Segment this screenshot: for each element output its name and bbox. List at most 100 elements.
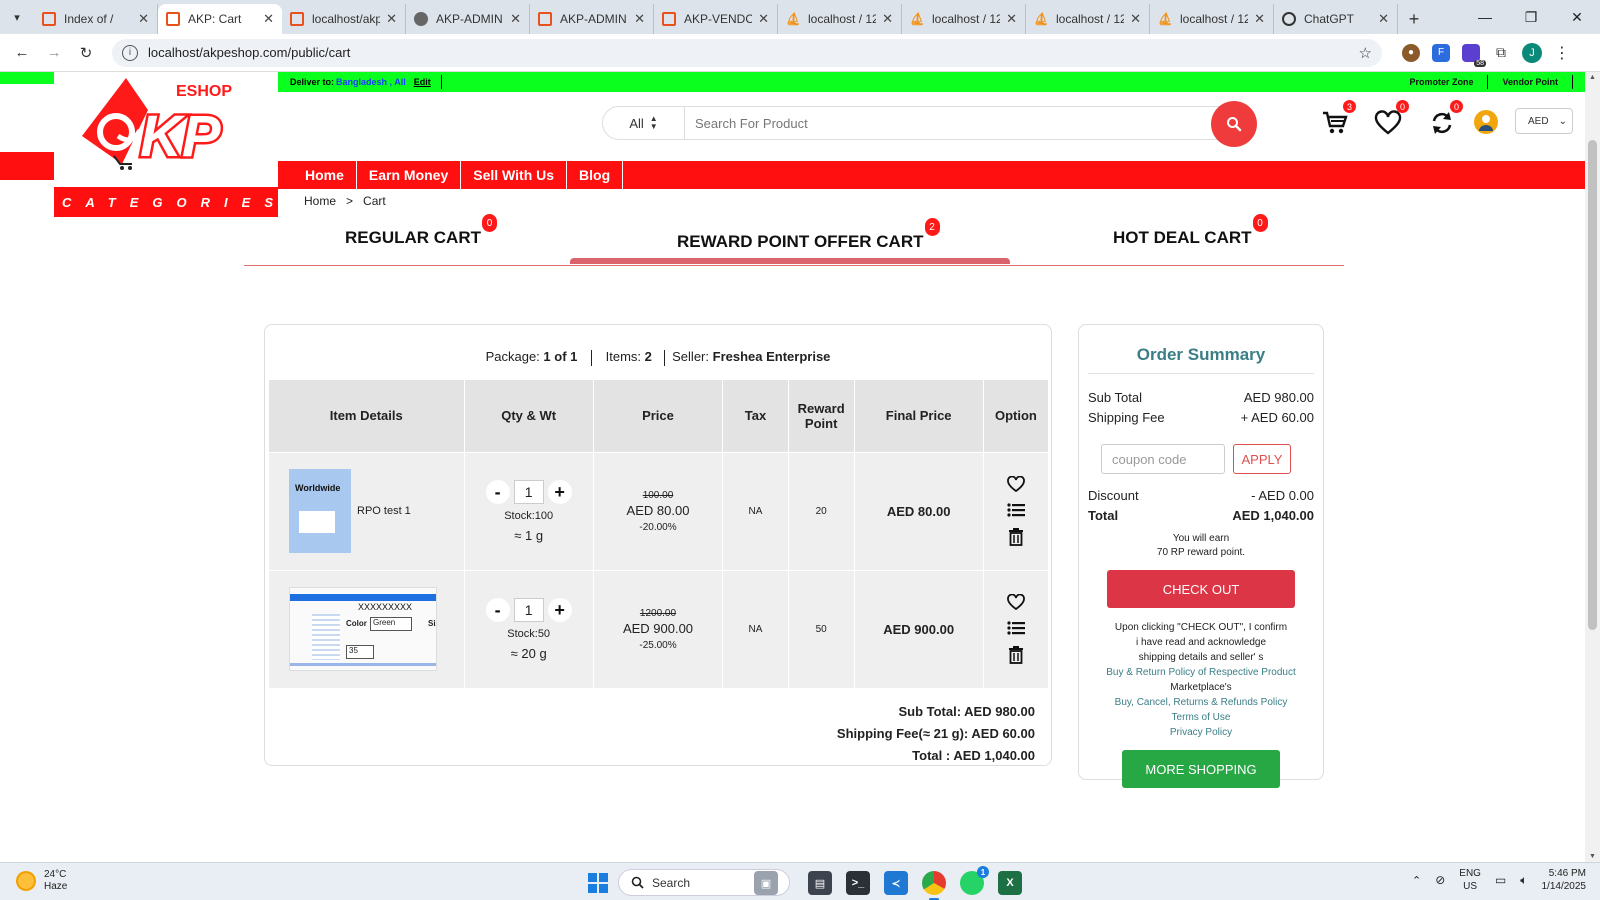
privacy-policy-link[interactable]: Privacy Policy [1099, 725, 1303, 740]
weather-widget[interactable]: 24°C Haze [16, 869, 67, 893]
apply-coupon-button[interactable]: APPLY [1233, 444, 1291, 474]
browser-menu-icon[interactable]: ⋮ [1554, 43, 1570, 63]
extensions-puzzle-icon[interactable]: ⧉ [1492, 44, 1510, 62]
browser-tab[interactable]: ChatGPT ✕ [1274, 4, 1398, 34]
close-tab-icon[interactable]: ✕ [1130, 11, 1141, 27]
close-tab-icon[interactable]: ✕ [1378, 11, 1389, 27]
address-bar[interactable]: i localhost/akpeshop.com/public/cart ☆ [112, 38, 1382, 67]
tab-hot-deal-cart[interactable]: HOT DEAL CART 0 [1113, 214, 1268, 248]
restore-button[interactable]: ❐ [1508, 0, 1554, 34]
system-clock[interactable]: 5:46 PM 1/14/2025 [1542, 867, 1587, 893]
qty-input[interactable]: 1 [513, 479, 544, 504]
browser-tab[interactable]: AKP: Cart ✕ [158, 4, 282, 34]
site-logo[interactable]: KP KP ESHOP [78, 74, 258, 174]
reload-button[interactable]: ↻ [72, 39, 100, 67]
heart-icon[interactable] [1007, 476, 1025, 492]
promoter-zone-link[interactable]: Promoter Zone [1395, 77, 1487, 87]
refund-policy-link[interactable]: Buy, Cancel, Returns & Refunds Policy [1099, 695, 1303, 710]
browser-tab[interactable]: ⛵︎ localhost / 127 ✕ [1150, 4, 1274, 34]
browser-tab[interactable]: ⛵︎ localhost / 127 ✕ [902, 4, 1026, 34]
nav-item-earn-money[interactable]: Earn Money [357, 161, 462, 189]
product-name[interactable]: RPO test 1 [357, 505, 411, 517]
scroll-up-arrow-icon[interactable]: ▲ [1585, 74, 1600, 81]
buy-return-policy-link[interactable]: Buy & Return Policy of Respective Produc… [1099, 665, 1303, 680]
site-info-icon[interactable]: i [122, 44, 138, 61]
edit-location-link[interactable]: Edit [414, 77, 431, 87]
forward-button[interactable]: → [40, 39, 68, 67]
trash-icon[interactable] [1008, 646, 1024, 665]
user-avatar[interactable] [1474, 110, 1498, 134]
tab-search-dropdown[interactable]: ▾ [0, 0, 34, 34]
close-tab-icon[interactable]: ✕ [1006, 11, 1017, 27]
browser-tab[interactable]: AKP-VENDOR ✕ [654, 4, 778, 34]
teams-extension-icon[interactable]: 58 [1462, 43, 1486, 67]
heart-icon[interactable] [1007, 594, 1025, 611]
page-scrollbar[interactable]: ▲ ▼ [1585, 72, 1600, 862]
product-thumbnail[interactable]: Worldwide [289, 469, 351, 553]
close-tab-icon[interactable]: ✕ [263, 11, 274, 27]
network-offline-icon[interactable]: ⊘ [1435, 873, 1445, 887]
compare-button[interactable]: 0 [1427, 100, 1463, 138]
browser-tab[interactable]: AKP-ADMIN ✕ [530, 4, 654, 34]
tray-overflow-chevron-icon[interactable]: ⌃ [1412, 874, 1421, 887]
start-button[interactable] [588, 873, 608, 893]
qty-increase-button[interactable]: + [547, 597, 572, 622]
close-tab-icon[interactable]: ✕ [510, 11, 521, 27]
breadcrumb-home-link[interactable]: Home [304, 194, 336, 208]
back-button[interactable]: ← [8, 39, 36, 67]
bookmark-star-icon[interactable]: ☆ [1359, 44, 1372, 62]
nav-item-sell-with-us[interactable]: Sell With Us [461, 161, 568, 189]
browser-tab[interactable]: ⛵︎ localhost / 127 ✕ [1026, 4, 1150, 34]
nav-item-blog[interactable]: Blog [567, 161, 624, 189]
close-tab-icon[interactable]: ✕ [138, 11, 149, 27]
terminal-icon[interactable]: >_ [846, 871, 870, 895]
wishlist-button[interactable]: 0 [1373, 100, 1409, 138]
browser-tab[interactable]: localhost/akpe ✕ [282, 4, 406, 34]
search-category-select[interactable]: All ▲ ▼ [603, 107, 685, 139]
input-language[interactable]: ENG US [1459, 867, 1481, 893]
scrollbar-thumb[interactable] [1588, 140, 1597, 630]
currency-select[interactable]: AED ⌄ [1515, 108, 1573, 134]
cart-button[interactable]: 3 [1320, 100, 1356, 138]
qty-decrease-button[interactable]: - [485, 597, 510, 622]
chrome-icon[interactable] [922, 871, 946, 900]
close-window-button[interactable]: ✕ [1554, 0, 1600, 34]
excel-icon[interactable]: X [998, 871, 1022, 895]
volume-icon[interactable]: 🔈︎ [1520, 873, 1527, 888]
qty-decrease-button[interactable]: - [485, 479, 510, 504]
browser-tab[interactable]: Index of / ✕ [34, 4, 158, 34]
search-button[interactable] [1211, 101, 1257, 147]
new-tab-button[interactable]: + [1398, 4, 1430, 34]
more-shopping-button[interactable]: MORE SHOPPING [1122, 750, 1280, 788]
checkout-button[interactable]: CHECK OUT [1107, 570, 1295, 608]
vscode-icon[interactable]: ≺ [884, 871, 908, 895]
search-input[interactable] [685, 107, 1255, 139]
display-icon[interactable]: ▭ [1495, 873, 1506, 887]
minimize-button[interactable]: — [1462, 0, 1508, 34]
close-tab-icon[interactable]: ✕ [634, 11, 645, 27]
vendor-point-link[interactable]: Vendor Point [1488, 77, 1572, 87]
qty-input[interactable]: 1 [513, 597, 544, 622]
cookie-extension-icon[interactable]: ● [1402, 43, 1420, 62]
browser-tab[interactable]: ⛵︎ localhost / 127 ✕ [778, 4, 902, 34]
close-tab-icon[interactable]: ✕ [758, 11, 769, 27]
form-extension-icon[interactable]: F [1432, 43, 1450, 62]
nav-item-home[interactable]: Home [278, 161, 357, 189]
whatsapp-icon[interactable]: 1 [960, 866, 989, 895]
qty-increase-button[interactable]: + [547, 479, 572, 504]
terms-of-use-link[interactable]: Terms of Use [1099, 710, 1303, 725]
profile-avatar[interactable]: J [1522, 42, 1542, 63]
tab-regular-cart[interactable]: REGULAR CART 0 [345, 214, 497, 248]
coupon-code-input[interactable] [1101, 444, 1225, 474]
file-explorer-cube-icon[interactable]: ▣ [754, 871, 778, 895]
product-thumbnail[interactable]: XXXXXXXXX Color Green Size 35 [289, 587, 437, 672]
task-view-icon[interactable]: ▤ [808, 871, 832, 895]
scroll-down-arrow-icon[interactable]: ▼ [1585, 853, 1600, 860]
browser-tab[interactable]: AKP-ADMIN ✕ [406, 4, 530, 34]
tab-reward-point-offer-cart[interactable]: REWARD POINT OFFER CART 2 [677, 218, 940, 252]
close-tab-icon[interactable]: ✕ [882, 11, 893, 27]
list-icon[interactable] [1007, 502, 1025, 518]
close-tab-icon[interactable]: ✕ [1254, 11, 1265, 27]
trash-icon[interactable] [1008, 528, 1024, 546]
list-icon[interactable] [1007, 620, 1025, 636]
